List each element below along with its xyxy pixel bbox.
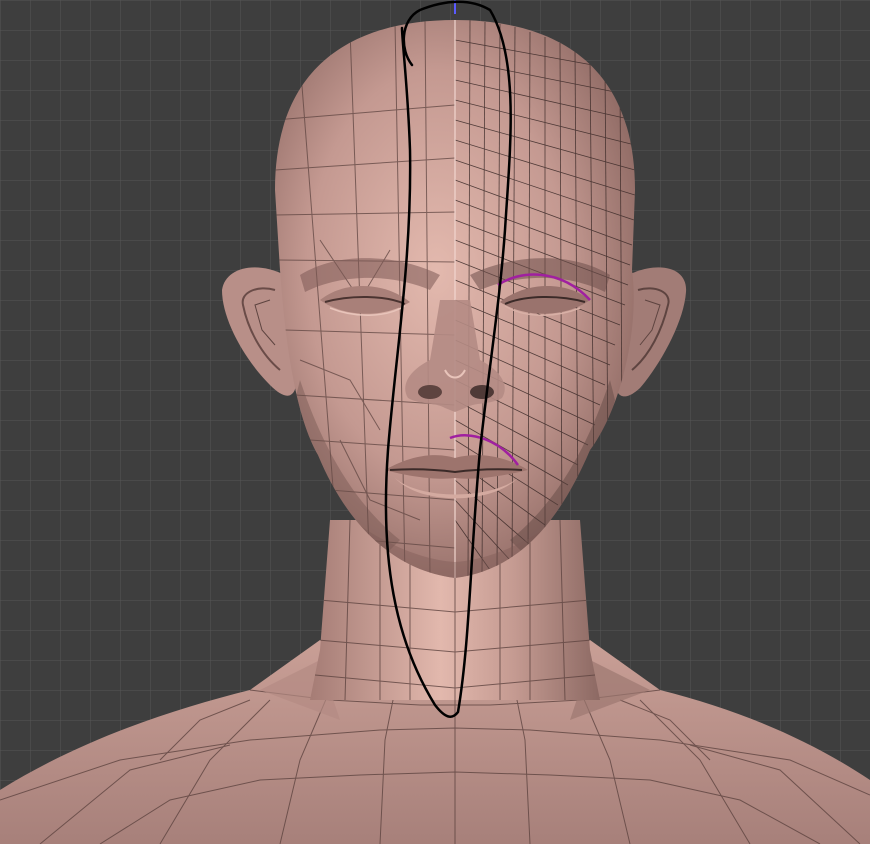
viewport-canvas[interactable] (0, 0, 870, 844)
3d-viewport[interactable] (0, 0, 870, 844)
